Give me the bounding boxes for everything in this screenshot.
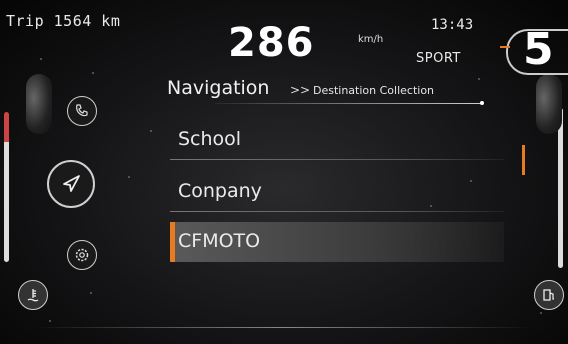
ambient-particle — [150, 130, 152, 132]
coolant-temperature-icon — [27, 289, 39, 302]
list-item-label: Conpany — [178, 180, 262, 202]
ambient-particle — [128, 176, 130, 178]
clock: 13:43 — [431, 17, 474, 33]
fuel-level-bar — [558, 108, 563, 268]
left-upper-bezel — [26, 74, 52, 134]
list-divider — [170, 159, 504, 160]
gear-indicator-tick — [500, 46, 510, 48]
settings-menu-button[interactable] — [67, 240, 97, 270]
navigation-menu-button[interactable] — [47, 160, 95, 208]
header-divider-dot — [480, 101, 484, 105]
speedometer-value: 286 — [228, 20, 315, 66]
ambient-particle — [49, 320, 51, 322]
phone-menu-button[interactable] — [67, 96, 97, 126]
list-item[interactable]: School — [170, 120, 504, 160]
coolant-indicator — [18, 280, 48, 310]
gear-indicator: 5 — [523, 24, 554, 75]
settings-gear-icon — [75, 248, 89, 262]
right-upper-bezel — [536, 74, 562, 134]
phone-icon — [76, 104, 88, 117]
header-divider — [215, 103, 483, 104]
breadcrumb-current: Destination Collection — [313, 84, 435, 97]
coolant-temperature-bar — [4, 112, 9, 262]
list-item-selected[interactable]: CFMOTO — [170, 222, 504, 262]
fuel-pump-icon — [543, 289, 554, 301]
breadcrumb-separator: >> — [290, 83, 311, 97]
list-item-label: CFMOTO — [178, 230, 261, 252]
selection-accent — [170, 222, 175, 262]
bottom-divider — [34, 327, 534, 328]
ambient-particle — [90, 292, 92, 294]
list-item[interactable]: Conpany — [170, 172, 504, 212]
fuel-indicator — [534, 280, 564, 310]
ride-mode-indicator: SPORT — [416, 51, 461, 66]
list-scrollbar[interactable] — [522, 145, 525, 175]
list-item-label: School — [178, 128, 242, 150]
list-divider — [170, 211, 504, 212]
trip-distance: Trip 1564 km — [6, 12, 121, 30]
dashboard-screen: Trip 1564 km 13:43 286 km/h SPORT 5 Navi… — [0, 0, 568, 344]
navigation-arrow-icon — [63, 175, 80, 192]
page-title: Navigation — [167, 77, 270, 99]
ambient-particle — [92, 72, 94, 74]
speed-unit: km/h — [358, 34, 384, 45]
